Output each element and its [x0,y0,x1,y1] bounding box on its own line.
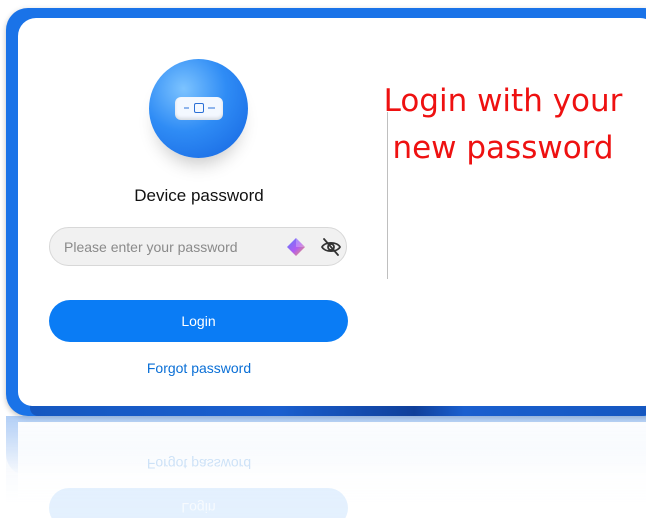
login-card [18,18,646,406]
page-title: Device password [134,186,264,205]
instruction-annotation: Login with your new password [368,78,638,172]
reflection-forgot-link: Forgot password [146,456,252,472]
router-led-left [184,107,189,109]
screenshot-stage: Device password Login Forgot password Lo… [0,0,646,518]
password-input[interactable] [64,228,274,265]
router-led-right [208,107,215,109]
reflection-login-label: Login [181,500,216,516]
annotation-line-1: Login with your [383,83,623,119]
annotation-line-2: new password [392,130,614,166]
forgot-password-link[interactable]: Forgot password [49,360,349,376]
reflection-login-button: Login [49,488,348,518]
password-field[interactable] [49,227,347,266]
router-body [175,97,223,120]
router-indicator [194,103,204,113]
router-icon [149,59,248,158]
eye-slash-icon[interactable] [320,237,342,257]
reflection: Forgot password Login [6,416,646,518]
diamond-icon[interactable] [286,237,306,257]
login-button[interactable]: Login [49,300,348,342]
